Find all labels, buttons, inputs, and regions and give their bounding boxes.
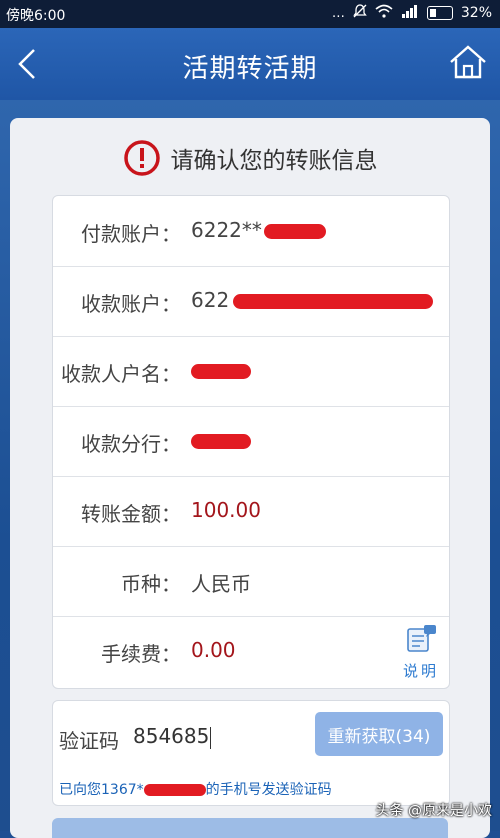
row-payee-account: 收款账户： 622 xyxy=(53,266,449,337)
row-label: 收款人户名： xyxy=(61,362,181,386)
redaction-mark xyxy=(233,294,434,309)
row-fee: 手续费： 0.00 说明 xyxy=(53,616,449,688)
row-value: 622 xyxy=(191,288,434,312)
watermark: 头条 @原来是小欢 xyxy=(375,803,492,819)
status-bar: 傍晚6:00 … 32% xyxy=(0,0,500,28)
sms-notice: 已向您1367* 的手机号发送验证码 xyxy=(59,782,332,798)
verification-code-input[interactable]: 854685 xyxy=(133,721,283,751)
mute-icon xyxy=(353,4,367,22)
row-amount: 转账金额： 100.00 xyxy=(53,476,449,547)
battery-icon xyxy=(426,6,453,20)
redaction-mark xyxy=(263,224,326,239)
status-icons: … 32% xyxy=(332,4,492,22)
confirm-button[interactable] xyxy=(52,818,448,838)
row-payee-name: 收款人户名： xyxy=(53,336,449,407)
row-label: 收款账户： xyxy=(81,292,181,316)
row-label: 币种： xyxy=(121,572,181,596)
battery-percent: 32% xyxy=(460,5,492,21)
more-icon: … xyxy=(331,5,345,21)
home-button[interactable] xyxy=(448,42,488,82)
row-value xyxy=(191,428,251,452)
explain-label: 说明 xyxy=(402,662,439,680)
home-icon xyxy=(450,45,486,79)
row-value: 6222** xyxy=(191,218,326,242)
confirm-heading: 请确认您的转账信息 xyxy=(0,133,500,183)
page-title: 活期转活期 xyxy=(182,54,318,84)
signal-icon xyxy=(401,4,419,22)
verify-label: 验证码 xyxy=(59,729,119,753)
app-header: 活期转活期 xyxy=(0,28,500,100)
redaction-mark xyxy=(191,434,251,449)
transfer-info-card: 付款账户： 6222** 收款账户： 622 收款人户名： 收款分行： 转账金额… xyxy=(52,195,450,689)
confirm-text: 请确认您的转账信息 xyxy=(170,148,378,174)
row-currency: 币种： 人民币 xyxy=(53,546,449,617)
wifi-icon xyxy=(375,4,393,22)
redaction-mark xyxy=(143,784,206,796)
row-label: 收款分行： xyxy=(81,432,181,456)
row-value xyxy=(191,358,251,382)
explain-button[interactable]: 说明 xyxy=(401,624,441,680)
row-label: 付款账户： xyxy=(81,222,181,246)
warning-icon xyxy=(123,140,160,176)
redaction-mark xyxy=(191,364,251,379)
status-time: 傍晚6:00 xyxy=(6,8,66,24)
text-caret xyxy=(210,726,212,749)
verification-box: 验证码 854685 重新获取(34) 已向您1367* 的手机号发送验证码 xyxy=(52,700,450,806)
row-payee-branch: 收款分行： xyxy=(53,406,449,477)
row-payer-account: 付款账户： 6222** xyxy=(53,196,449,267)
currency-value: 人民币 xyxy=(191,572,251,596)
resend-code-button[interactable]: 重新获取(34) xyxy=(315,712,443,756)
document-note-icon xyxy=(407,625,436,652)
amount-value: 100.00 xyxy=(191,498,261,522)
row-label: 手续费： xyxy=(101,642,181,666)
row-label: 转账金额： xyxy=(81,502,181,526)
fee-value: 0.00 xyxy=(191,638,236,662)
